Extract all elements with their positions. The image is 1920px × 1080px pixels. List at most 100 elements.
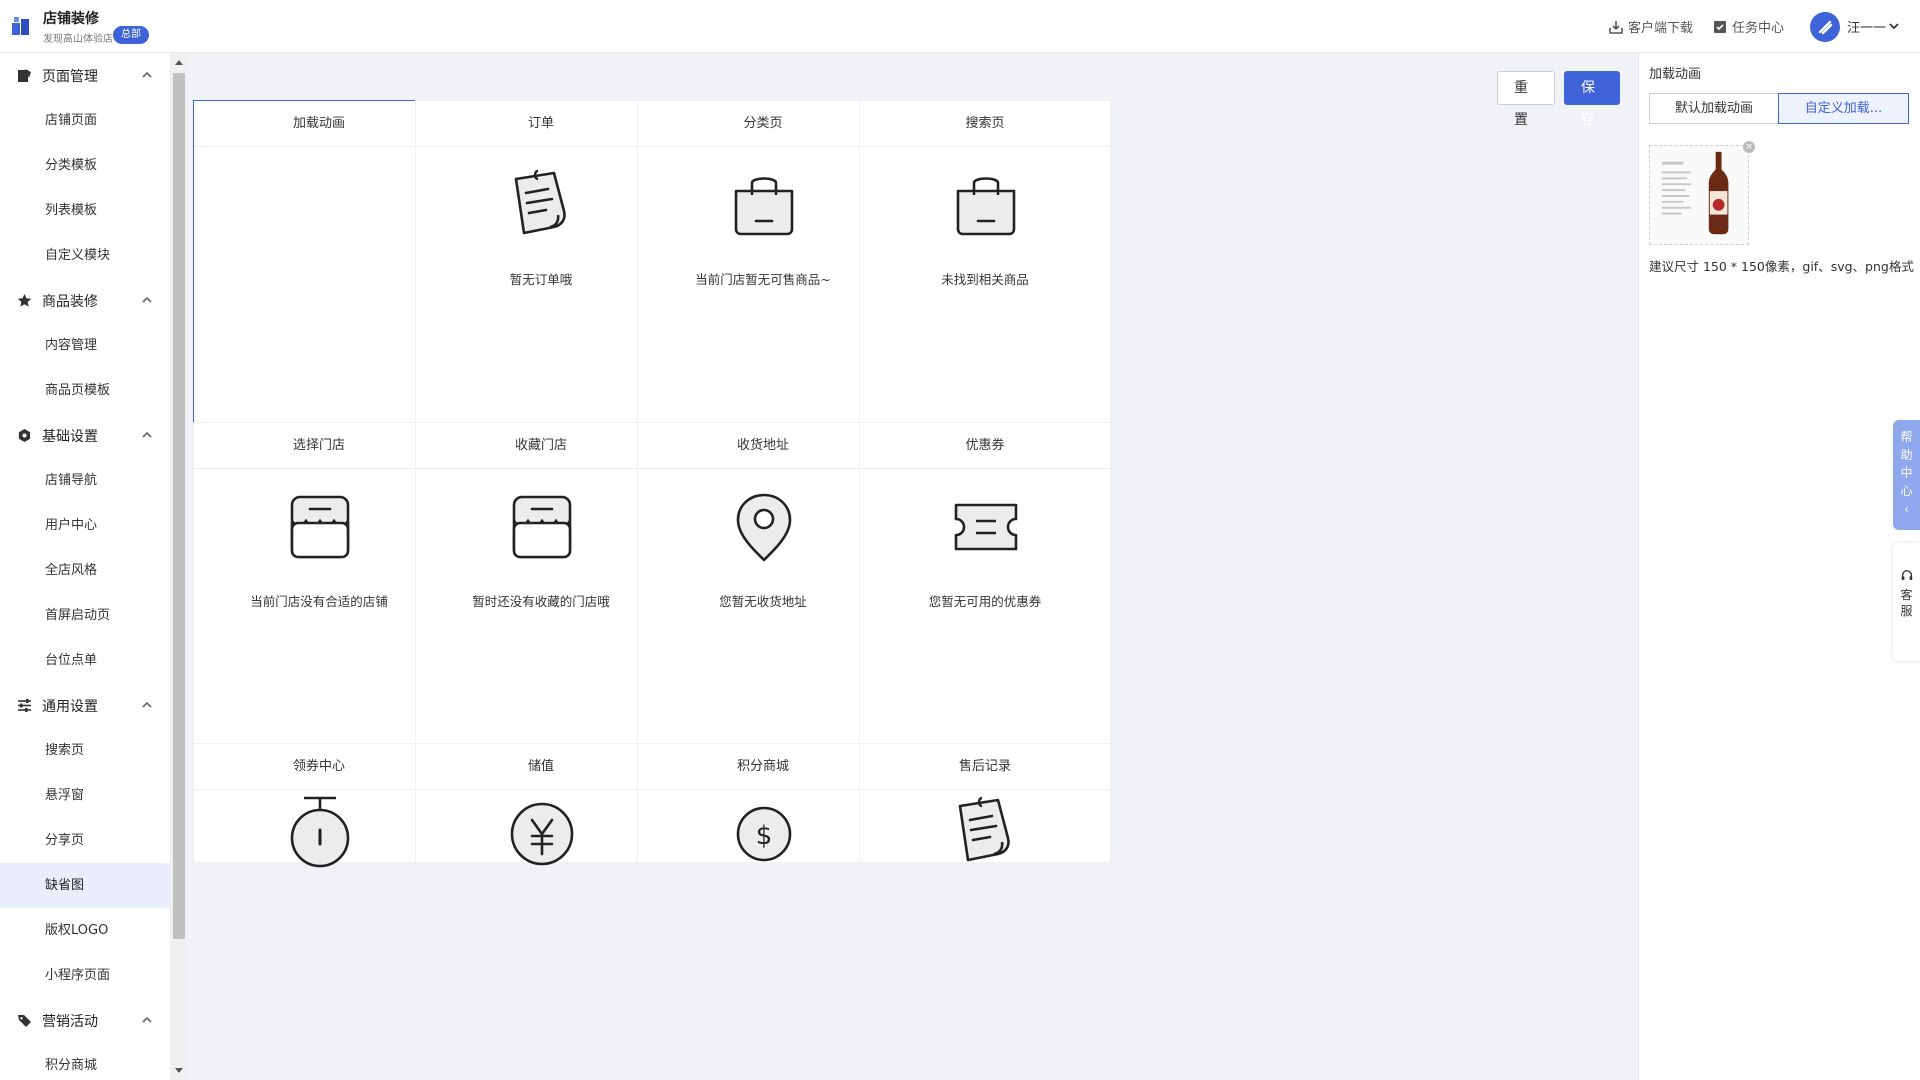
tab-custom-animation[interactable]: 自定义加载... [1778,93,1909,124]
card-empty-text: 您暂无可用的优惠券 [928,594,1042,609]
chevron-up-icon[interactable] [141,699,153,711]
sidebar-group-4[interactable]: 营销活动 [0,998,170,1043]
default-image-card[interactable]: 收货地址 您暂无收货地址 [637,422,889,797]
app-title: 店铺装修 [43,11,99,27]
sidebar-item[interactable]: 小程序页面 [0,953,170,998]
sidebar-item[interactable]: 分类模板 [0,143,170,188]
default-image-card[interactable]: 领券中心 [193,743,445,868]
card-empty-text: 您暂无收货地址 [719,594,807,609]
sidebar-item[interactable]: 台位点单 [0,638,170,683]
sidebar-item[interactable]: 缺省图 [0,863,170,908]
sidebar-item[interactable]: 店铺页面 [0,98,170,143]
user-name[interactable]: 汪一一 [1847,17,1886,36]
tag-icon [17,1013,32,1028]
upload-preview[interactable] [1649,145,1749,245]
store-name[interactable]: 发现高山体验店 [43,30,113,45]
sidebar-group-2[interactable]: 基础设置 [0,413,170,458]
default-image-card[interactable]: 订单 暂无订单哦 [415,100,667,475]
sidebar-group-label: 页面管理 [42,68,98,85]
app-logo-icon [12,17,29,35]
card-title: 售后记录 [860,744,1110,790]
card-title: 订单 [416,101,666,147]
sidebar: 页面管理店铺页面 分类模板 列表模板 自定义模块商品装修内容管理 商品页模板基础设置店铺… [0,53,170,1080]
sidebar-item[interactable]: 列表模板 [0,188,170,233]
coupon-icon [946,487,1026,567]
avatar[interactable] [1810,12,1840,42]
default-image-card[interactable]: 储值 [415,743,667,866]
chevron-up-icon[interactable] [141,1014,153,1026]
sidebar-scrollbar[interactable] [170,53,188,1080]
default-image-card[interactable]: 加载动画 [193,100,445,475]
sidebar-item[interactable]: 首屏启动页 [0,593,170,638]
avatar-logo-icon [1818,20,1833,35]
card-title: 收藏门店 [416,423,666,469]
default-image-card[interactable]: 积分商城 $ [637,743,889,863]
sidebar-item[interactable]: 搜索页 [0,728,170,773]
sidebar-item[interactable]: 店铺导航 [0,458,170,503]
card-title: 选择门店 [194,423,444,469]
default-image-card[interactable]: 搜索页 未找到相关商品 [859,100,1111,475]
task-label: 任务中心 [1732,21,1785,36]
default-image-card[interactable]: 售后记录 [859,743,1111,863]
sidebar-item[interactable]: 全店风格 [0,548,170,593]
sidebar-group-0[interactable]: 页面管理 [0,53,170,98]
card-title: 分类页 [638,101,888,147]
task-icon [1714,20,1726,33]
sidebar-group-3[interactable]: 通用设置 [0,683,170,728]
location-icon [724,487,804,567]
collapse-arrow-icon[interactable]: ‹ [1893,500,1920,518]
remove-image-close-icon[interactable]: × [1743,141,1755,153]
sidebar-group-1[interactable]: 商品装修 [0,278,170,323]
help-char: 帮 [1900,430,1913,444]
help-center-tab[interactable]: 帮助中心 ‹ [1893,420,1920,530]
hq-badge: 总部 [113,26,149,44]
note-icon [502,165,582,245]
tab-default-animation[interactable]: 默认加载动画 [1649,93,1779,124]
sidebar-item[interactable]: 内容管理 [0,323,170,368]
sidebar-item[interactable]: 自定义模块 [0,233,170,278]
default-image-card[interactable]: 优惠券您暂无可用的优惠券 [859,422,1111,797]
sidebar-item[interactable]: 悬浮窗 [0,773,170,818]
card-empty-text: 暂时还没有收藏的门店哦 [472,594,610,609]
sidebar-item[interactable]: 版权LOGO [0,908,170,953]
product-image-preview [1650,146,1748,244]
task-center-link[interactable]: 任务中心 [1712,17,1784,36]
default-image-card[interactable]: 收藏门店暂时还没有收藏的门店哦 [415,422,667,797]
card-empty-text: 当前门店没有合适的店铺 [250,594,388,609]
service-char: 客 [1900,588,1913,602]
sidebar-group-label: 通用设置 [42,698,98,715]
sidebar-item[interactable]: 积分商城 [0,1043,170,1080]
card-title: 储值 [416,744,666,790]
default-image-card[interactable]: 选择门店当前门店没有合适的店铺 [193,422,445,797]
note-icon [946,792,1026,872]
card-title: 优惠券 [860,423,1110,469]
sidebar-item[interactable]: 用户中心 [0,503,170,548]
main-content: 重置 保存 加载动画 订单 暂无订单哦 分类页 当前门店暂无可售商品~ 搜索页 未找到相关商… [188,53,1638,1080]
card-title: 积分商城 [638,744,888,790]
stopwatch-icon [280,792,360,872]
bag-icon [724,165,804,245]
settings-panel: 加载动画 默认加载动画 自定义加载... × 建议尺寸 150 * 150像素，… [1638,53,1920,1080]
sidebar-item[interactable]: 商品页模板 [0,368,170,413]
reset-button[interactable]: 重置 [1497,71,1555,128]
chevron-up-icon[interactable] [141,294,153,306]
save-button[interactable]: 保存 [1564,71,1620,128]
card-empty-text: 未找到相关商品 [941,272,1029,287]
chevron-up-icon[interactable] [141,429,153,441]
chevron-up-icon[interactable] [141,69,153,81]
sidebar-group-label: 商品装修 [42,293,98,310]
service-char: 服 [1900,604,1913,618]
download-link[interactable]: 客户端下载 [1608,17,1693,36]
dollar-icon: $ [724,792,804,872]
download-icon [1609,20,1623,34]
sidebar-group-label: 基础设置 [42,428,98,445]
chevron-down-icon[interactable] [1887,19,1901,33]
sidebar-item[interactable]: 分享页 [0,818,170,863]
scroll-down-icon[interactable] [175,1066,183,1074]
scroll-thumb[interactable] [173,73,185,939]
customer-service-tab[interactable]: 客服 [1893,543,1920,661]
store-icon [280,487,360,567]
default-image-card[interactable]: 分类页 当前门店暂无可售商品~ [637,100,889,475]
scroll-up-icon[interactable] [175,59,183,67]
store-icon [502,487,582,567]
